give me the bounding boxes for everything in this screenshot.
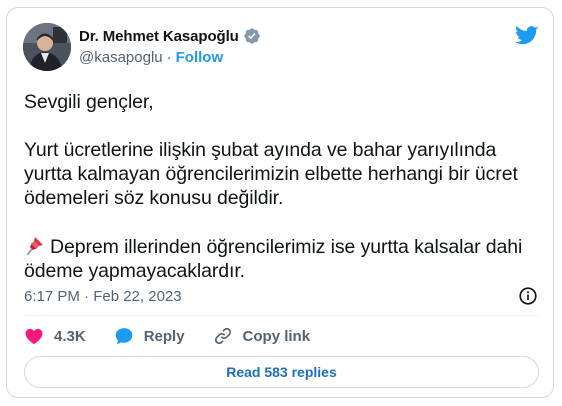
tweet-timestamp[interactable]: 6:17 PM · Feb 22, 2023 bbox=[24, 288, 182, 305]
tweet-greeting: Sevgili gençler, bbox=[24, 91, 154, 113]
tweet-meta: 6:17 PM · Feb 22, 2023 bbox=[24, 286, 539, 306]
tweet-text: Sevgili gençler, Yurt ücretlerine ilişki… bbox=[24, 90, 539, 283]
copy-link-label: Copy link bbox=[242, 327, 311, 345]
read-replies-button[interactable]: Read 583 replies bbox=[24, 356, 539, 388]
separator-dot: · bbox=[166, 48, 172, 66]
speech-bubble-icon bbox=[115, 328, 133, 345]
author-block: Dr. Mehmet Kasapoğlu @kasapoglu · Follow bbox=[79, 26, 261, 67]
tweet-actions: 4.3K Reply Copy link bbox=[24, 324, 338, 348]
info-icon[interactable] bbox=[517, 285, 539, 307]
like-button[interactable]: 4.3K bbox=[24, 326, 86, 346]
tweet-paragraph-2-wrapper: Deprem illerinden öğrencilerimiz ise yur… bbox=[24, 234, 539, 283]
author-handle[interactable]: @kasapoglu bbox=[79, 49, 163, 66]
divider bbox=[24, 315, 539, 316]
tweet-card[interactable]: Dr. Mehmet Kasapoğlu @kasapoglu · Follow… bbox=[6, 7, 554, 398]
reply-label: Reply bbox=[143, 327, 185, 345]
twitter-bird-icon[interactable] bbox=[515, 25, 539, 45]
verified-badge-icon bbox=[244, 28, 260, 44]
author-name[interactable]: Dr. Mehmet Kasapoğlu bbox=[79, 28, 239, 45]
avatar[interactable] bbox=[23, 23, 71, 71]
avatar-photo bbox=[23, 23, 71, 71]
tweet-paragraph-2: Deprem illerinden öğrencilerimiz ise yur… bbox=[24, 236, 523, 282]
heart-icon bbox=[25, 328, 43, 344]
link-icon bbox=[214, 327, 231, 345]
copy-link-button[interactable]: Copy link bbox=[213, 326, 311, 346]
follow-button[interactable]: Follow bbox=[176, 49, 224, 66]
like-count: 4.3K bbox=[54, 327, 86, 345]
tweet-paragraph-1: Yurt ücretlerine ilişkin şubat ayında ve… bbox=[24, 139, 518, 209]
reply-button[interactable]: Reply bbox=[114, 326, 185, 346]
pushpin-icon bbox=[27, 237, 43, 255]
